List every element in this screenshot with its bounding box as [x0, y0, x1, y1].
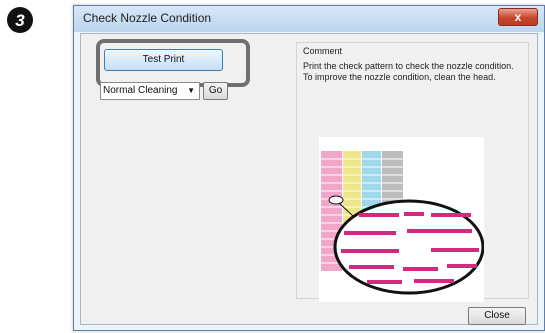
- comment-line: Print the check pattern to check the noz…: [303, 61, 514, 71]
- step-number-badge: 3: [7, 7, 33, 33]
- cleaning-type-select[interactable]: Normal Cleaning ▼: [100, 82, 200, 100]
- close-icon: x: [514, 10, 522, 24]
- go-button[interactable]: Go: [203, 82, 228, 100]
- svg-text:3: 3: [15, 11, 25, 30]
- comment-group: Comment Print the check pattern to check…: [296, 42, 529, 302]
- window-title: Check Nozzle Condition: [83, 11, 212, 25]
- magnify-source-ring: [328, 195, 344, 205]
- comment-heading: Comment: [303, 46, 343, 56]
- comment-line: To improve the nozzle condition, clean t…: [303, 72, 496, 82]
- chevron-down-icon: ▼: [187, 86, 195, 95]
- title-bar[interactable]: Check Nozzle Condition x: [74, 6, 544, 32]
- dialog-body: Test Print Normal Cleaning ▼ Go Comment …: [80, 33, 538, 325]
- cleaning-type-value: Normal Cleaning: [103, 85, 178, 96]
- comment-text: Print the check pattern to check the noz…: [303, 61, 514, 83]
- nozzle-check-pattern-illustration: [319, 137, 484, 302]
- check-nozzle-dialog: Check Nozzle Condition x Test Print Norm…: [73, 5, 545, 331]
- close-button[interactable]: Close: [468, 307, 526, 325]
- window-close-button[interactable]: x: [498, 8, 538, 26]
- test-print-button[interactable]: Test Print: [104, 49, 223, 71]
